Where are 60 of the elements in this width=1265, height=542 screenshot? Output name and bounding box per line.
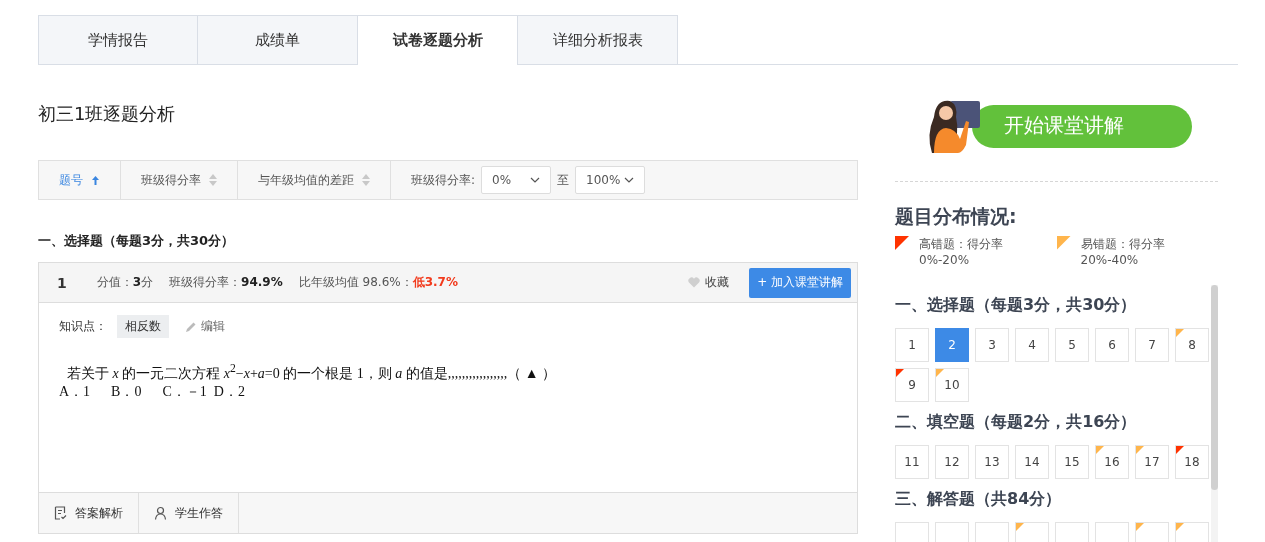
sort-button[interactable]: 与年级均值的差距: [238, 161, 391, 199]
question-number-button[interactable]: 11: [895, 445, 929, 479]
document-check-icon: [54, 506, 67, 520]
legend-text: 易错题：得分率 20%-40%: [1080, 236, 1165, 267]
chevron-down-icon: [530, 177, 541, 183]
tab[interactable]: 成绩单: [198, 15, 358, 64]
grade-comparison: 比年级均值 98.6%：低3.7%: [298, 274, 458, 291]
question-number-button[interactable]: 18: [1175, 445, 1209, 479]
question-number-button[interactable]: 15: [1055, 445, 1089, 479]
tab[interactable]: 试卷逐题分析: [358, 15, 518, 65]
question-number-button[interactable]: 7: [1135, 328, 1169, 362]
question-number-button[interactable]: 1: [895, 328, 929, 362]
tab[interactable]: 详细分析报表: [518, 15, 678, 64]
question-stem: 若关于 x 的一元二次方程 x$^{2}$−x+a=0 的一个根是 1，则 a 的值是,,,,,,,,,,,,,,,,,（ ▲ ）: [67, 362, 558, 383]
question-number-button[interactable]: 10: [935, 368, 969, 402]
question-number-button[interactable]: 4: [1015, 328, 1049, 362]
separator-text: 至: [557, 171, 570, 189]
pencil-icon: [185, 320, 197, 333]
question-number-button[interactable]: 5: [1055, 328, 1089, 362]
question-number-button[interactable]: 8: [1175, 328, 1209, 362]
question-number: 1: [57, 274, 67, 291]
favorite-button[interactable]: 收藏: [682, 273, 736, 292]
question-number-button[interactable]: 2: [935, 328, 969, 362]
question-number-button[interactable]: 9: [895, 368, 929, 402]
up-arrow-icon: [91, 174, 100, 186]
edit-button[interactable]: 编辑: [179, 317, 231, 336]
question-number-button[interactable]: 6: [1095, 328, 1129, 362]
min-rate-select[interactable]: 0%: [481, 166, 552, 194]
section-heading: 一、选择题（每题3分，共30分）: [38, 232, 236, 250]
class-score-rate: 班级得分率：94.9%: [169, 274, 283, 291]
user-icon: [154, 506, 167, 520]
answer-options: A．1 B．0 C．－1 D．2: [59, 382, 837, 401]
scrollbar[interactable]: [1211, 285, 1218, 542]
knowledge-tag: 相反数: [117, 315, 169, 338]
heart-icon: [688, 277, 701, 288]
knowledge-label: 知识点：: [59, 318, 107, 335]
question-number-button[interactable]: 17: [1135, 445, 1169, 479]
chevron-down-icon: [624, 177, 635, 183]
question-number-button[interactable]: 12: [935, 445, 969, 479]
sort-button[interactable]: 题号: [39, 161, 121, 199]
footer-tab[interactable]: 答案解析: [39, 493, 139, 533]
sort-icon: [209, 174, 217, 186]
section-heading: 三、解答题（共84分）: [895, 489, 1063, 510]
section-heading: 一、选择题（每题3分，共30分）: [895, 295, 1138, 316]
footer-tab[interactable]: 学生作答: [139, 493, 239, 533]
max-rate-select[interactable]: 100%: [575, 166, 646, 194]
question-number-button[interactable]: 16: [1095, 445, 1129, 479]
distribution-heading: 题目分布情况:: [895, 204, 1018, 229]
question-number-button[interactable]: 13: [975, 445, 1009, 479]
tab[interactable]: 学情报告: [38, 15, 198, 64]
page-title: 初三1班逐题分析: [38, 102, 177, 126]
question-number-button[interactable]: 14: [1015, 445, 1049, 479]
score-value: 分值：3分: [96, 274, 154, 291]
legend-text: 高错题：得分率 0%-20%: [919, 236, 1003, 267]
sort-button[interactable]: 班级得分率: [121, 161, 238, 199]
section-heading: 二、填空题（每题2分，共16分）: [895, 412, 1138, 433]
add-to-lecture-button[interactable]: + 加入课堂讲解: [749, 267, 851, 298]
filter-label: 班级得分率:: [411, 171, 476, 189]
question-number-button[interactable]: 3: [975, 328, 1009, 362]
sort-icon: [362, 174, 370, 186]
